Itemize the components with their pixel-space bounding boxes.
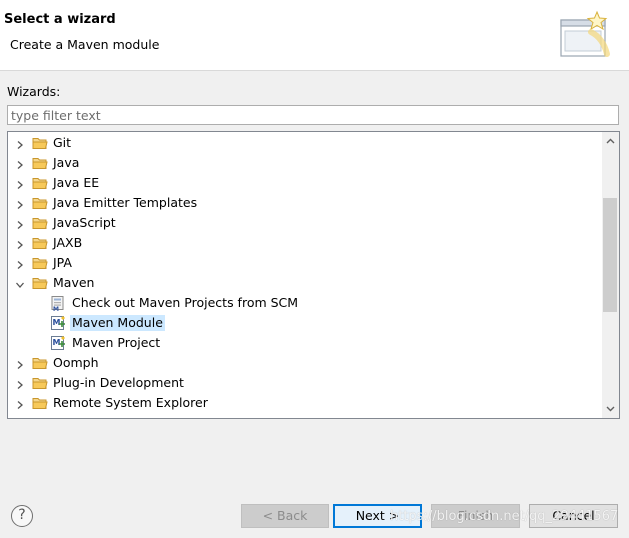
next-button[interactable]: Next > (333, 504, 422, 528)
tree-item-label: Plug-in Development (53, 375, 184, 390)
maven-scm-icon: M (50, 295, 67, 313)
page-title: Select a wizard (4, 12, 116, 27)
folder-icon (32, 276, 48, 290)
tree-item-java-ee[interactable]: Java EE (8, 173, 604, 193)
tree-item-maven-module[interactable]: M Maven Module (8, 313, 604, 333)
folder-icon (32, 136, 48, 150)
folder-icon (32, 216, 48, 230)
chevron-right-icon[interactable] (15, 378, 25, 389)
tree-item-jpa[interactable]: JPA (8, 253, 604, 273)
wizards-label: Wizards: (7, 84, 61, 99)
tree-item-git[interactable]: Git (8, 133, 604, 153)
chevron-right-icon[interactable] (15, 138, 25, 149)
page-description: Create a Maven module (10, 37, 160, 52)
folder-icon (32, 356, 48, 370)
folder-icon (32, 376, 48, 390)
tree-item-label: Java Emitter Templates (53, 195, 198, 210)
filter-input[interactable] (7, 105, 619, 125)
tree-item-javascript[interactable]: JavaScript (8, 213, 604, 233)
tree-item-jaxb[interactable]: JAXB (8, 233, 604, 253)
help-button[interactable]: ? (11, 505, 33, 527)
tree-item-check-out-maven-projects-from-scm[interactable]: M Check out Maven Projects from SCM (8, 293, 604, 313)
folder-icon (32, 156, 48, 170)
chevron-right-icon[interactable] (15, 238, 25, 249)
vertical-scrollbar[interactable] (602, 132, 619, 418)
tree-item-maven-project[interactable]: M Maven Project (8, 333, 604, 353)
svg-text:M: M (53, 338, 61, 347)
scroll-up-icon[interactable] (605, 136, 616, 147)
chevron-right-icon[interactable] (15, 218, 25, 229)
chevron-down-icon[interactable] (15, 278, 25, 288)
chevron-right-icon[interactable] (15, 198, 25, 209)
folder-icon (32, 396, 48, 410)
tree-item-label: Maven Module (70, 315, 165, 331)
svg-text:M: M (53, 306, 59, 311)
svg-text:M: M (53, 318, 61, 327)
chevron-right-icon[interactable] (15, 258, 25, 269)
cancel-button[interactable]: Cancel (529, 504, 618, 528)
wizard-header: Select a wizard Create a Maven module (0, 0, 629, 71)
folder-icon (32, 256, 48, 270)
tree-item-label: JPA (53, 255, 72, 270)
wizard-banner-icon (560, 10, 610, 57)
chevron-right-icon[interactable] (15, 358, 25, 369)
tree-item-label: Git (53, 135, 72, 150)
tree-item-label: Java (53, 155, 80, 170)
tree-item-maven[interactable]: Maven (8, 273, 604, 293)
maven-project-icon: M (50, 335, 67, 351)
chevron-right-icon[interactable] (15, 158, 25, 169)
tree-item-remote-system-explorer[interactable]: Remote System Explorer (8, 393, 604, 413)
maven-project-icon: M (50, 315, 67, 331)
folder-icon (32, 236, 48, 250)
tree-item-label: JavaScript (53, 215, 116, 230)
tree-item-java-emitter-templates[interactable]: Java Emitter Templates (8, 193, 604, 213)
tree-item-oomph[interactable]: Oomph (8, 353, 604, 373)
tree-item-java[interactable]: Java (8, 153, 604, 173)
tree-item-label: Maven (53, 275, 95, 290)
chevron-right-icon[interactable] (15, 398, 25, 409)
folder-icon (32, 176, 48, 190)
wizard-tree[interactable]: Git Java Java EE Java Emitter Templates Java… (7, 131, 620, 419)
scroll-thumb[interactable] (603, 198, 617, 312)
tree-item-label: Oomph (53, 355, 99, 370)
tree-item-label: Remote System Explorer (53, 395, 208, 410)
tree-item-plug-in-development[interactable]: Plug-in Development (8, 373, 604, 393)
chevron-right-icon[interactable] (15, 178, 25, 189)
tree-item-label: Java EE (53, 175, 100, 190)
tree-item-label: Maven Project (72, 335, 161, 350)
tree-item-label: JAXB (53, 235, 83, 250)
scroll-down-icon[interactable] (605, 403, 616, 414)
finish-button[interactable]: Finish (431, 504, 520, 528)
tree-item-label: Check out Maven Projects from SCM (72, 295, 299, 310)
back-button[interactable]: < Back (241, 504, 329, 528)
folder-icon (32, 196, 48, 210)
